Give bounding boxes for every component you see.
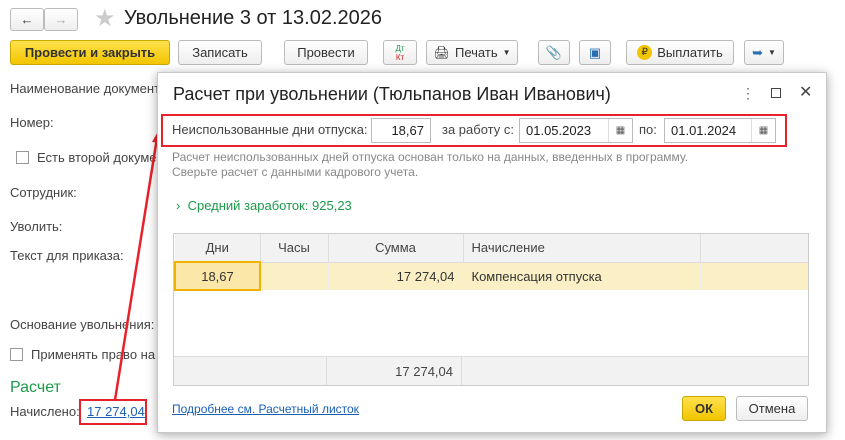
dialog-title: Расчет при увольнении (Тюльпанов Иван Ив… (173, 84, 611, 104)
cell-hours[interactable] (260, 262, 329, 290)
column-days[interactable]: Дни (175, 234, 261, 263)
cancel-button[interactable]: Отмена (736, 396, 808, 421)
calendar-icon[interactable]: ▦ (608, 119, 632, 142)
details-link[interactable]: Подробнее см. Расчетный листок (172, 402, 359, 416)
cell-accrual[interactable]: Компенсация отпуска (463, 262, 701, 290)
avg-earnings-toggle[interactable]: › Средний заработок: 925,23 (176, 198, 352, 213)
note-line-1: Расчет неиспользованных дней отпуска осн… (172, 150, 689, 164)
total-sum: 17 274,04 (327, 357, 462, 385)
table-footer: 17 274,04 (174, 356, 808, 385)
unused-days-input[interactable]: 18,67 (371, 118, 431, 143)
close-icon[interactable]: ✕ (799, 82, 812, 102)
ok-button[interactable]: ОК (682, 396, 726, 421)
work-from-date-input[interactable]: 01.05.2023 ▦ (519, 118, 633, 143)
calendar-icon[interactable]: ▦ (751, 119, 775, 142)
unused-days-label: Неиспользованные дни отпуска: (172, 122, 368, 137)
column-hours[interactable]: Часы (260, 234, 329, 263)
column-sum[interactable]: Сумма (328, 234, 464, 263)
accruals-table: Дни Часы Сумма Начисление 18,67 17 274,0… (173, 233, 809, 386)
cell-sum[interactable]: 17 274,04 (328, 262, 464, 290)
to-label: по: (639, 122, 657, 137)
to-date-input[interactable]: 01.01.2024 ▦ (664, 118, 776, 143)
cell-days[interactable]: 18,67 (174, 261, 261, 291)
chevron-right-icon: › (176, 198, 181, 213)
column-accrual[interactable]: Начисление (463, 234, 701, 263)
dismissal-calc-dialog: Расчет при увольнении (Тюльпанов Иван Ив… (157, 72, 827, 433)
table-header: Дни Часы Сумма Начисление (175, 234, 808, 263)
more-icon[interactable]: ⋮ (741, 85, 755, 102)
work-from-label: за работу с: (442, 122, 514, 137)
maximize-icon[interactable] (771, 88, 781, 98)
note-line-2: Сверьте расчет с данными кадрового учета… (172, 165, 419, 179)
table-row[interactable]: 18,67 17 274,04 Компенсация отпуска (174, 261, 808, 291)
column-extra (700, 234, 808, 263)
